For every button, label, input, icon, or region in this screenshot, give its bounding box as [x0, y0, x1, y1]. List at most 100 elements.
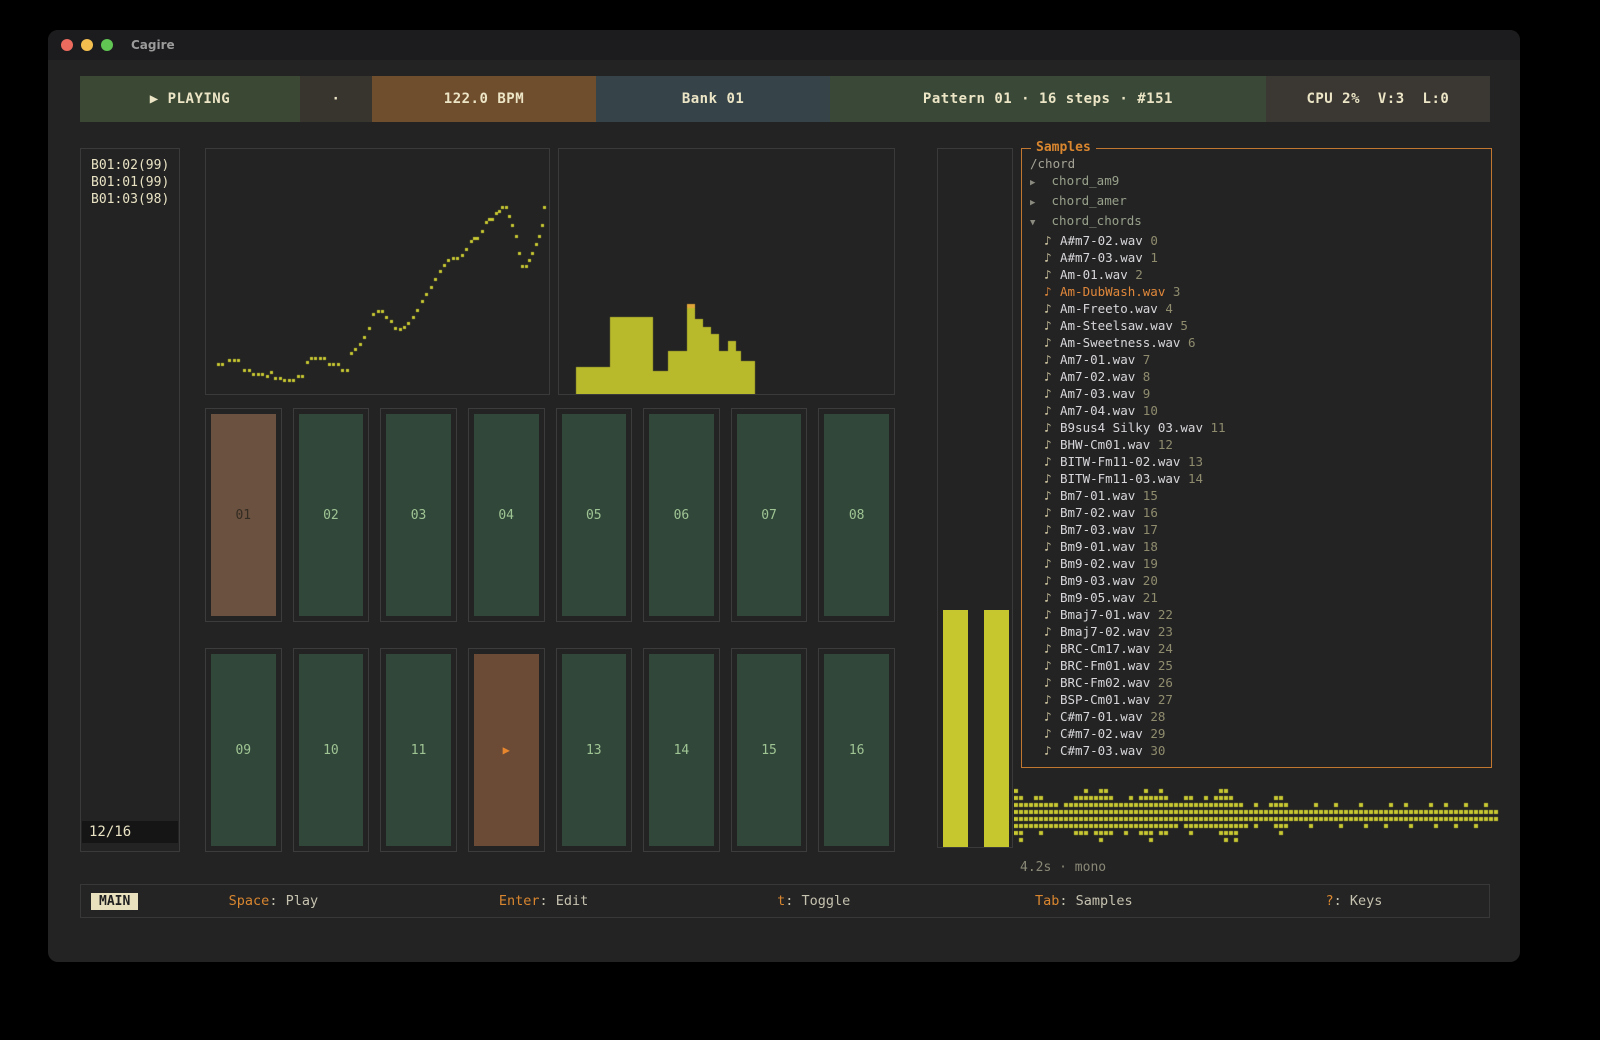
folder-chord_chords[interactable]: ▼ chord_chords: [1030, 212, 1491, 232]
pad-13[interactable]: 13: [556, 648, 633, 852]
sample-file-0[interactable]: ♪A#m7-02.wav 0: [1030, 232, 1491, 249]
sample-file-13[interactable]: ♪BITW-Fm11-02.wav 13: [1030, 453, 1491, 470]
file-name: Am7-01.wav: [1060, 352, 1135, 367]
sample-file-23[interactable]: ♪Bmaj7-02.wav 23: [1030, 623, 1491, 640]
sample-file-12[interactable]: ♪BHW-Cm01.wav 12: [1030, 436, 1491, 453]
play-triangle-icon: ▶: [503, 743, 510, 757]
pad-01[interactable]: 01: [205, 408, 282, 622]
samples-tree[interactable]: /chord▶ chord_am9▶ chord_amer▼ chord_cho…: [1022, 149, 1491, 763]
sample-file-26[interactable]: ♪BRC-Fm02.wav 26: [1030, 674, 1491, 691]
sample-info-label: 4.2s · mono: [1020, 860, 1106, 875]
music-note-icon: ♪: [1030, 317, 1060, 334]
hint-toggle: t: Toggle: [679, 893, 949, 909]
pad-label: 01: [235, 508, 251, 523]
status-segment-cpu: CPU 2% V:3 L:0: [1266, 76, 1490, 122]
pad-fill: 15: [737, 654, 802, 846]
sample-file-20[interactable]: ♪Bm9-03.wav 20: [1030, 572, 1491, 589]
pad-label: 16: [849, 743, 865, 758]
sample-file-10[interactable]: ♪Am7-04.wav 10: [1030, 402, 1491, 419]
sample-file-27[interactable]: ♪BSP-Cm01.wav 27: [1030, 691, 1491, 708]
sample-file-30[interactable]: ♪C#m7-03.wav 30: [1030, 742, 1491, 759]
file-name: Bm7-03.wav: [1060, 522, 1135, 537]
pad-fill: 03: [386, 414, 451, 616]
sample-file-29[interactable]: ♪C#m7-02.wav 29: [1030, 725, 1491, 742]
pad-fill: 06: [649, 414, 714, 616]
folder-chord_amer[interactable]: ▶ chord_amer: [1030, 192, 1491, 212]
pad-06[interactable]: 06: [643, 408, 720, 622]
sample-file-21[interactable]: ♪Bm9-05.wav 21: [1030, 589, 1491, 606]
sample-file-7[interactable]: ♪Am7-01.wav 7: [1030, 351, 1491, 368]
pad-04[interactable]: 04: [468, 408, 545, 622]
sample-file-19[interactable]: ♪Bm9-02.wav 19: [1030, 555, 1491, 572]
music-note-icon: ♪: [1030, 266, 1060, 283]
pad-14[interactable]: 14: [643, 648, 720, 852]
file-name: B9sus4 Silky 03.wav: [1060, 420, 1203, 435]
hint-edit: Enter: Edit: [408, 893, 678, 909]
sample-file-1[interactable]: ♪A#m7-03.wav 1: [1030, 249, 1491, 266]
sample-file-31[interactable]: ♪Cm-01.wav 31: [1030, 759, 1491, 763]
minimize-window-button[interactable]: [81, 39, 93, 51]
sample-file-8[interactable]: ♪Am7-02.wav 8: [1030, 368, 1491, 385]
sample-file-15[interactable]: ♪Bm7-01.wav 15: [1030, 487, 1491, 504]
pad-11[interactable]: 11: [380, 648, 457, 852]
pad-fill: 01: [211, 414, 276, 616]
level-meter-panel: [937, 148, 1013, 848]
hint-key: Enter: [499, 893, 540, 909]
pitch-scatter-panel: [205, 148, 550, 395]
sample-file-18[interactable]: ♪Bm9-01.wav 18: [1030, 538, 1491, 555]
music-note-icon: ♪: [1030, 657, 1060, 674]
pad-16[interactable]: 16: [818, 648, 895, 852]
pad-label: 06: [674, 508, 690, 523]
pad-03[interactable]: 03: [380, 408, 457, 622]
sample-file-16[interactable]: ♪Bm7-02.wav 16: [1030, 504, 1491, 521]
file-name: BITW-Fm11-02.wav: [1060, 454, 1180, 469]
file-name: A#m7-02.wav: [1060, 233, 1143, 248]
pad-15[interactable]: 15: [731, 648, 808, 852]
sample-file-22[interactable]: ♪Bmaj7-01.wav 22: [1030, 606, 1491, 623]
pad-label: 04: [498, 508, 514, 523]
sample-file-17[interactable]: ♪Bm7-03.wav 17: [1030, 521, 1491, 538]
pad-label: 02: [323, 508, 339, 523]
hint-action: : Edit: [539, 893, 588, 909]
hint-key: ?: [1325, 893, 1333, 909]
root-path-text: /chord: [1030, 156, 1075, 171]
music-note-icon: ♪: [1030, 385, 1060, 402]
sample-file-2[interactable]: ♪Am-01.wav 2: [1030, 266, 1491, 283]
pad-label: 13: [586, 743, 602, 758]
sample-file-14[interactable]: ♪BITW-Fm11-03.wav 14: [1030, 470, 1491, 487]
pad-09[interactable]: 09: [205, 648, 282, 852]
sample-file-4[interactable]: ♪Am-Freeto.wav 4: [1030, 300, 1491, 317]
sample-file-6[interactable]: ♪Am-Sweetness.wav 6: [1030, 334, 1491, 351]
file-index: 11: [1203, 420, 1226, 435]
zoom-window-button[interactable]: [101, 39, 113, 51]
pad-07[interactable]: 07: [731, 408, 808, 622]
file-name: Am-Freeto.wav: [1060, 301, 1158, 316]
pad-fill: 14: [649, 654, 714, 846]
sample-file-5[interactable]: ♪Am-Steelsaw.wav 5: [1030, 317, 1491, 334]
sample-file-11[interactable]: ♪B9sus4 Silky 03.wav 11: [1030, 419, 1491, 436]
pad-12[interactable]: ▶: [468, 648, 545, 852]
hint-action: : Toggle: [785, 893, 850, 909]
pad-05[interactable]: 05: [556, 408, 633, 622]
sample-file-25[interactable]: ♪BRC-Fm01.wav 25: [1030, 657, 1491, 674]
sample-file-24[interactable]: ♪BRC-Cm17.wav 24: [1030, 640, 1491, 657]
pad-fill: ▶: [474, 654, 539, 846]
hint-action: : Keys: [1334, 893, 1383, 909]
file-name: C#m7-03.wav: [1060, 743, 1143, 758]
folder-chord_am9[interactable]: ▶ chord_am9: [1030, 172, 1491, 192]
sample-file-9[interactable]: ♪Am7-03.wav 9: [1030, 385, 1491, 402]
pad-08[interactable]: 08: [818, 408, 895, 622]
sample-file-28[interactable]: ♪C#m7-01.wav 28: [1030, 708, 1491, 725]
pad-fill: 09: [211, 654, 276, 846]
sample-file-3[interactable]: ♪Am-DubWash.wav 3: [1030, 283, 1491, 300]
file-index: 15: [1135, 488, 1158, 503]
pad-10[interactable]: 10: [293, 648, 370, 852]
close-window-button[interactable]: [61, 39, 73, 51]
pad-label: 08: [849, 508, 865, 523]
file-index: 6: [1180, 335, 1195, 350]
pad-02[interactable]: 02: [293, 408, 370, 622]
samples-browser-panel: Samples /chord▶ chord_am9▶ chord_amer▼ c…: [1021, 148, 1492, 768]
pad-fill: 11: [386, 654, 451, 846]
file-index: 21: [1135, 590, 1158, 605]
music-note-icon: ♪: [1030, 504, 1060, 521]
